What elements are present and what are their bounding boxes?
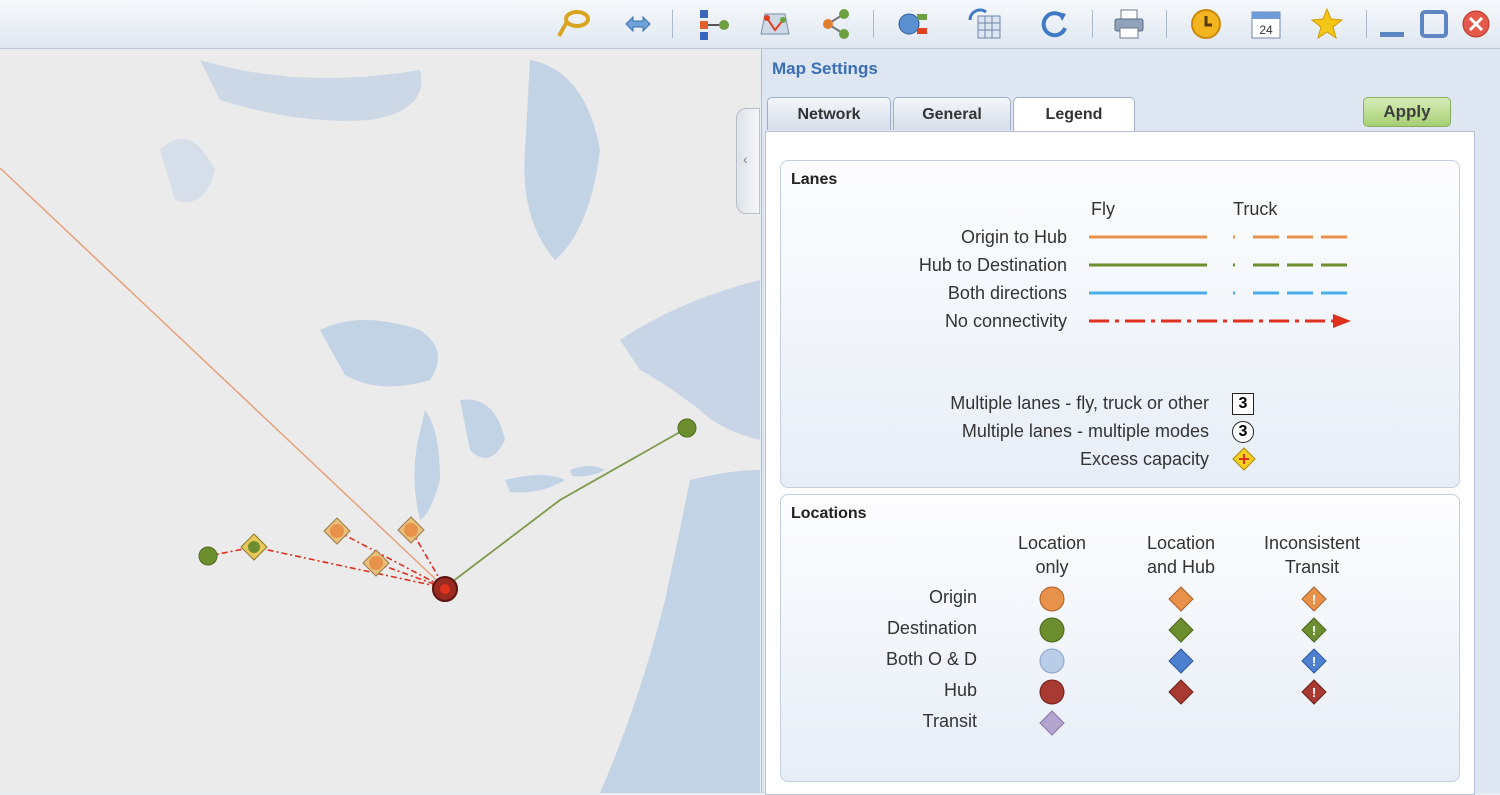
clock-icon[interactable] (1188, 6, 1224, 42)
multi-lanes-modes-label: Multiple lanes - multiple modes (961, 421, 1209, 441)
svg-text:!: ! (1312, 592, 1316, 607)
origin-hub-node[interactable] (362, 549, 390, 577)
tab-legend[interactable]: Legend (1013, 97, 1135, 132)
both-od-hub-diamond-icon (1168, 648, 1194, 674)
hub-node[interactable] (432, 576, 458, 602)
excess-capacity-label: Excess capacity (1079, 449, 1209, 469)
arrow-head-icon (1333, 314, 1351, 328)
legend-content: Lanes Fly Truck Origin to Hub Hub to Des… (765, 131, 1475, 795)
multi-lanes-fly-truck-label: Multiple lanes - fly, truck or other (950, 393, 1209, 413)
tab-general[interactable]: General (893, 97, 1011, 130)
calendar-day: 24 (1259, 23, 1273, 37)
lane-swatches (1089, 235, 1351, 328)
lane-label-no-connectivity: No connectivity (944, 311, 1067, 331)
row-label-destination: Destination (886, 618, 977, 638)
origin-hub-node[interactable] (397, 516, 425, 544)
maximize-icon[interactable] (1417, 6, 1453, 42)
lane-label-origin-to-hub: Origin to Hub (960, 227, 1067, 247)
collapse-panel-handle[interactable]: ‹ (736, 108, 760, 214)
calendar-icon[interactable]: 24 (1248, 6, 1284, 42)
swap-arrows-icon[interactable] (620, 6, 656, 42)
col-location-only-line1: Location (1017, 533, 1087, 553)
panel-title: Map Settings (772, 59, 878, 78)
lane-label-both-directions: Both directions (947, 283, 1067, 303)
network-map-icon[interactable] (895, 6, 931, 42)
multi-lanes-square-badge: 3 (1232, 393, 1254, 415)
transit-diamond-icon (1039, 710, 1065, 736)
excess-capacity-node[interactable] (240, 533, 268, 561)
origin-hub-node[interactable] (323, 517, 351, 545)
toolbar: 24 (0, 0, 1500, 49)
atlantic-ocean (600, 470, 760, 793)
col-location-hub-line1: Location (1146, 533, 1216, 553)
tab-network[interactable]: Network (767, 97, 891, 130)
col-location-only-line2: only (1035, 557, 1069, 577)
chevron-left-icon: ‹ (743, 151, 748, 167)
lake-michigan (414, 410, 440, 520)
lake-winnipeg (160, 138, 215, 202)
origin-hub-diamond-icon (1168, 586, 1194, 612)
lake-superior (320, 320, 438, 387)
row-label-transit: Transit (922, 711, 977, 731)
row-label-origin: Origin (928, 587, 977, 607)
col-location-hub-line2: and Hub (1146, 557, 1216, 577)
both-od-circle-icon (1039, 648, 1065, 674)
lanes-title: Lanes (791, 171, 838, 188)
hudson-bay-water (524, 60, 600, 260)
destination-circle-icon (1039, 617, 1065, 643)
map-canvas[interactable] (0, 49, 760, 793)
refresh-table-icon[interactable] (966, 6, 1002, 42)
svg-text:!: ! (1312, 685, 1316, 700)
svg-text:!: ! (1312, 654, 1316, 669)
locations-title: Locations (791, 505, 867, 522)
minimize-icon[interactable] (1376, 6, 1412, 42)
col-inconsistent-transit-line1: Inconsistent (1263, 533, 1361, 553)
close-icon[interactable] (1458, 6, 1494, 42)
hub-hub-diamond-icon (1168, 679, 1194, 705)
apply-button[interactable]: Apply (1363, 97, 1451, 127)
row-label-hub: Hub (943, 680, 977, 700)
location-symbols: ! ! ! ! (1039, 586, 1327, 736)
lake-ontario (570, 466, 605, 477)
destination-hub-diamond-icon (1168, 617, 1194, 643)
lane-label-hub-to-destination: Hub to Destination (918, 255, 1067, 275)
share-nodes-icon[interactable] (818, 6, 854, 42)
destination-node[interactable] (198, 546, 218, 566)
lasso-icon[interactable] (555, 6, 591, 42)
lake-huron (460, 399, 505, 458)
map-network-icon[interactable] (757, 6, 793, 42)
fly-column-header: Fly (1091, 199, 1115, 219)
hub-circle-icon (1039, 679, 1065, 705)
destination-node[interactable] (677, 418, 697, 438)
multi-lanes-circle-badge: 3 (1232, 421, 1254, 443)
origin-circle-icon (1039, 586, 1065, 612)
locations-box: Locations Location only Location and Hub… (780, 494, 1460, 782)
svg-text:!: ! (1312, 623, 1316, 638)
col-inconsistent-transit-line2: Transit (1284, 557, 1340, 577)
northern-water (200, 60, 422, 121)
lanes-box: Lanes Fly Truck Origin to Hub Hub to Des… (780, 160, 1460, 488)
row-label-both-od: Both O & D (885, 649, 977, 669)
map-svg (0, 60, 760, 793)
network-tree-icon[interactable] (696, 6, 732, 42)
excess-capacity-icon (1232, 447, 1256, 471)
print-icon[interactable] (1111, 6, 1147, 42)
star-icon[interactable] (1309, 6, 1345, 42)
lake-erie (505, 475, 565, 493)
truck-column-header: Truck (1233, 199, 1278, 219)
refresh-icon[interactable] (1036, 6, 1072, 42)
map-settings-panel: Map Settings Network General Legend Appl… (761, 49, 1500, 795)
gulf-st-lawrence (620, 280, 760, 440)
